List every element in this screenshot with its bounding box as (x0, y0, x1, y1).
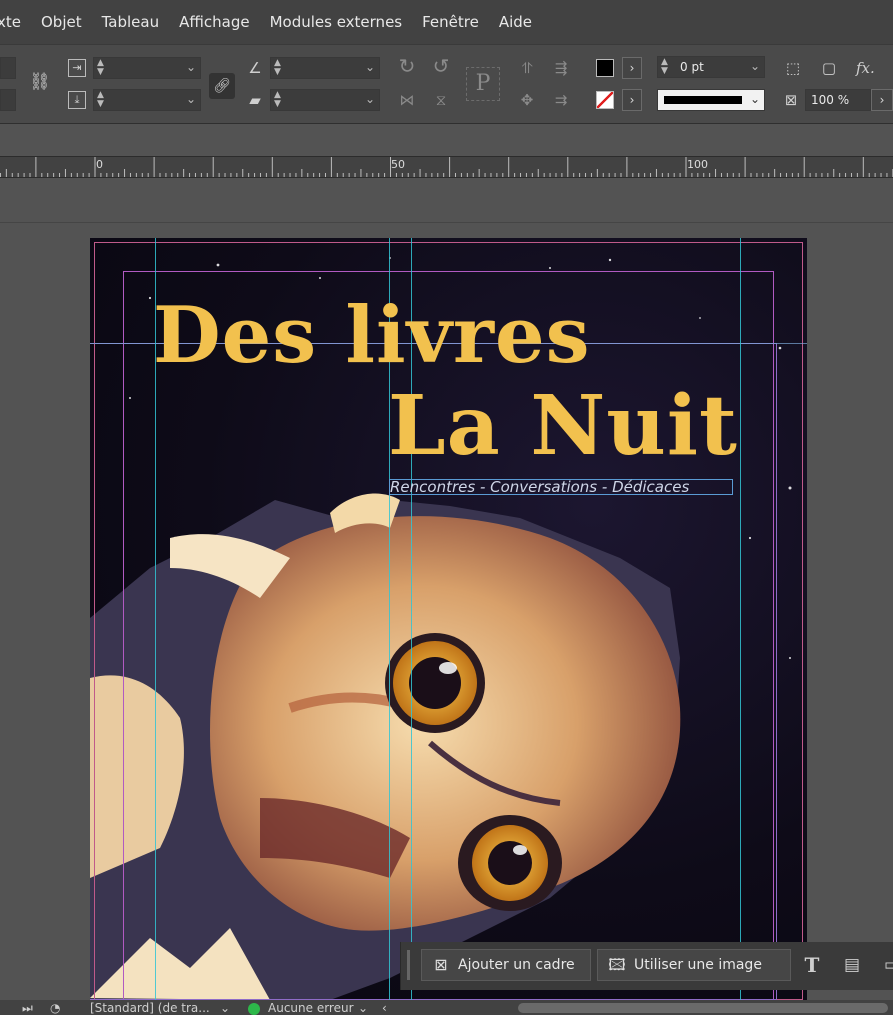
left-field-top[interactable] (0, 57, 16, 79)
opacity-field[interactable]: 100 % (805, 89, 871, 111)
use-image-label: Utiliser une image (634, 957, 762, 973)
add-frame-button[interactable]: ⊠ Ajouter un cadre (421, 949, 591, 981)
preflight-status[interactable]: Aucune erreur (268, 1001, 354, 1015)
constrain-link-icon[interactable]: ⛓ (29, 73, 51, 91)
add-image-icon: 🖾 (608, 955, 626, 974)
select-container-icon[interactable]: ⥣ (518, 59, 536, 77)
flip-horizontal-icon[interactable]: ⋈ (398, 91, 416, 109)
document-page[interactable]: Des livres La Nuit Rencontres - Conversa… (90, 238, 807, 1000)
rotate-angle-icon: ∠ (248, 59, 262, 77)
menu-modules-externes[interactable]: Modules externes (270, 13, 403, 31)
style-selector[interactable]: [Standard] (de tra... (90, 1001, 210, 1015)
stroke-weight-value: 0 pt (680, 60, 704, 74)
proportions-link-icon[interactable]: 🔗︎ (209, 73, 235, 99)
subtitle-text[interactable]: Rencontres - Conversations - Dédicaces (389, 479, 733, 495)
title-line-1[interactable]: Des livres (153, 290, 591, 381)
stroke-swatch[interactable] (596, 91, 614, 109)
select-previous-icon[interactable]: ⇶ (552, 59, 570, 77)
rotate-ccw-icon[interactable]: ↺ (432, 56, 450, 76)
scroll-left-icon[interactable]: ‹ (382, 1001, 387, 1015)
stroke-type-field[interactable]: ⌄ (657, 89, 765, 111)
flip-vertical-icon[interactable]: ⧖ (432, 91, 450, 109)
add-frame-label: Ajouter un cadre (458, 957, 575, 973)
ruler-ticks (0, 157, 893, 177)
frame-placeholder-icon: ⊠ (434, 955, 448, 974)
horizontal-scrollbar[interactable] (518, 1003, 888, 1013)
style-dropdown-icon[interactable]: ⌄ (220, 1001, 230, 1015)
shear-angle-icon: ▰ (249, 91, 261, 109)
menu-texte[interactable]: xte (0, 13, 21, 31)
select-next-icon[interactable]: ⇉ (552, 91, 570, 109)
reference-point-icon[interactable]: P (466, 67, 500, 101)
page-nav-icon[interactable]: ⏭ (22, 1001, 33, 1015)
page-icon[interactable]: ▤ (843, 956, 861, 974)
status-bar: ⏭ ◔ [Standard] (de tra... ⌄ Aucune erreu… (0, 1000, 893, 1015)
effects-icon[interactable]: fx. (856, 59, 875, 77)
scale-x-field[interactable]: ▲ ▼ ⌄ (93, 57, 201, 79)
status-open-icon[interactable]: ◔ (50, 1001, 60, 1015)
menu-affichage[interactable]: Affichage (179, 13, 249, 31)
ruler-label-100: 100 (687, 158, 708, 171)
menu-aide[interactable]: Aide (499, 13, 532, 31)
opacity-value: 100 % (811, 93, 850, 107)
scale-y-field[interactable]: ▲ ▼ ⌄ (93, 89, 201, 111)
guide-column-4 (740, 238, 741, 1000)
stroke-menu-button[interactable]: › (622, 89, 642, 111)
opacity-icon: ⊠ (784, 91, 798, 109)
preflight-status-icon (248, 1003, 260, 1015)
horizontal-ruler[interactable]: 0 50 100 (0, 156, 893, 178)
shear-field[interactable]: ▲ ▼ ⌄ (270, 89, 380, 111)
opacity-menu-button[interactable]: › (871, 89, 893, 111)
stroke-type-preview (664, 96, 742, 104)
scale-height-icon: ⤓ (68, 91, 86, 109)
title-line-2[interactable]: La Nuit (388, 378, 738, 474)
ruler-label-0: 0 (96, 158, 103, 171)
more-icon[interactable]: ▭ (883, 956, 893, 974)
stroke-weight-field[interactable]: ▲ ▼ 0 pt ⌄ (657, 56, 765, 78)
fill-menu-button[interactable]: › (622, 57, 642, 79)
text-tool-icon[interactable]: T (803, 955, 821, 975)
menu-bar: xte Objet Tableau Affichage Modules exte… (0, 0, 893, 44)
ruler-label-50: 50 (391, 158, 405, 171)
use-image-button[interactable]: 🖾 Utiliser une image (597, 949, 791, 981)
task-bar-grip[interactable] (407, 950, 410, 980)
drop-shadow-icon[interactable]: ▢ (820, 59, 838, 77)
rotation-field[interactable]: ▲ ▼ ⌄ (270, 57, 380, 79)
control-panel: ⛓ ⇥ ▲ ▼ ⌄ ⤓ ▲ ▼ ⌄ 🔗︎ ∠ ▲ ▼ ⌄ ▰ ▲ ▼ ⌄ ↻ ↺ ⋈ ⧖ P ⥣… (0, 44, 893, 124)
contextual-task-bar: ⊠ Ajouter un cadre 🖾 Utiliser une image … (400, 942, 893, 990)
scale-width-icon: ⇥ (68, 59, 86, 77)
rotate-cw-icon[interactable]: ↻ (398, 56, 416, 76)
left-field-bottom[interactable] (0, 89, 16, 111)
menu-objet[interactable]: Objet (41, 13, 82, 31)
menu-tableau[interactable]: Tableau (102, 13, 160, 31)
preflight-dropdown-icon[interactable]: ⌄ (358, 1001, 368, 1015)
menu-fenetre[interactable]: Fenêtre (422, 13, 479, 31)
frame-fitting-icon[interactable]: ⬚ (784, 59, 802, 77)
fill-swatch[interactable] (596, 59, 614, 77)
select-content-icon[interactable]: ✥ (518, 91, 536, 109)
